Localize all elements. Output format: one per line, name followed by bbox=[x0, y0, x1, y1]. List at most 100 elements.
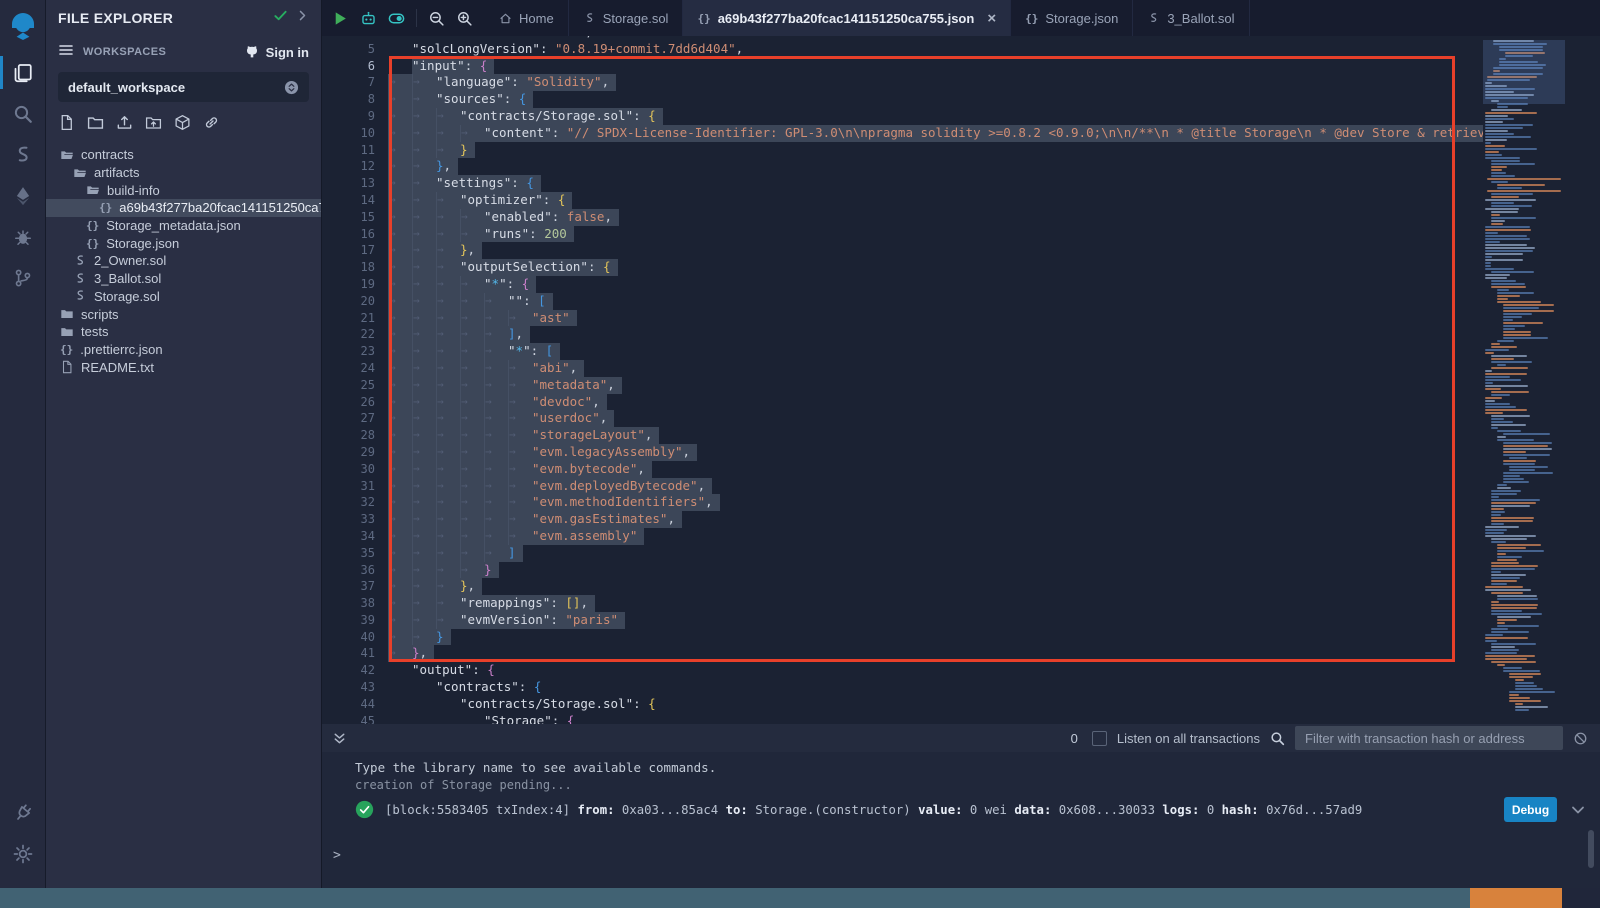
ai-assistant-icon[interactable] bbox=[360, 10, 377, 27]
tab-home[interactable]: Home bbox=[485, 0, 569, 36]
tree-item-ballot-sol[interactable]: 3_Ballot.sol bbox=[46, 270, 321, 288]
minimap-line bbox=[1491, 523, 1504, 525]
minimap-line bbox=[1491, 583, 1507, 585]
code-line: 41→}, bbox=[322, 645, 1483, 662]
rail-item-git[interactable] bbox=[0, 257, 46, 298]
line-content: →→"settings": { bbox=[388, 175, 1483, 192]
tree-item-build-info[interactable]: build-info bbox=[46, 181, 321, 199]
rail-item-solidity-compiler[interactable] bbox=[0, 134, 46, 175]
minimap-line bbox=[1487, 190, 1561, 192]
tree-item-build-info-json[interactable]: {}a69b43f277ba20fcac141151250ca7... bbox=[46, 199, 321, 217]
tree-item-readme-txt[interactable]: README.txt bbox=[46, 358, 321, 376]
file-name: Storage.json bbox=[106, 236, 179, 251]
rail-item-remix-logo[interactable] bbox=[0, 0, 46, 52]
line-content: →→→"evmVersion": "paris" bbox=[388, 612, 1483, 629]
minimap-line bbox=[1497, 364, 1506, 366]
link-icon[interactable] bbox=[203, 114, 220, 136]
line-content: →→→→→→"evm.bytecode", bbox=[388, 461, 1483, 478]
terminal-prompt[interactable]: > bbox=[333, 848, 341, 863]
minimap-line bbox=[1491, 175, 1515, 177]
tab-storage-sol[interactable]: Storage.sol bbox=[569, 0, 684, 36]
line-number: 8 bbox=[322, 91, 388, 108]
minimap-line bbox=[1485, 655, 1535, 657]
minimap-line bbox=[1491, 628, 1508, 630]
tab-build-info-json[interactable]: {}a69b43f277ba20fcac141151250ca755.json× bbox=[683, 0, 1011, 36]
minimap[interactable] bbox=[1483, 40, 1565, 722]
tree-item-artifacts[interactable]: artifacts bbox=[46, 164, 321, 182]
tree-item-owner-sol[interactable]: 2_Owner.sol bbox=[46, 252, 321, 270]
line-number: 28 bbox=[322, 427, 388, 444]
status-bar-orange-badge[interactable] bbox=[1470, 888, 1562, 908]
rail-item-file-explorer[interactable] bbox=[0, 52, 46, 93]
sign-in-button[interactable]: Sign in bbox=[244, 44, 309, 60]
minimap-line bbox=[1485, 652, 1517, 654]
tree-item-storage-metadata-json[interactable]: {}Storage_metadata.json bbox=[46, 217, 321, 235]
zoom-in-icon[interactable] bbox=[456, 10, 473, 27]
code-line: 25→→→→→→"metadata", bbox=[322, 377, 1483, 394]
line-content: →→→→→→"abi", bbox=[388, 360, 1483, 377]
code-line: 27→→→→→→"userdoc", bbox=[322, 410, 1483, 427]
cube-icon[interactable] bbox=[174, 114, 191, 136]
transaction-filter-input[interactable] bbox=[1295, 726, 1563, 750]
minimap-line bbox=[1491, 358, 1514, 360]
listen-checkbox[interactable] bbox=[1092, 731, 1107, 746]
minimap-line bbox=[1485, 388, 1501, 390]
minimap-line bbox=[1503, 475, 1520, 477]
chevron-right-icon[interactable] bbox=[296, 9, 309, 27]
rail-item-settings[interactable] bbox=[0, 833, 46, 874]
minimap-line bbox=[1515, 682, 1534, 684]
tree-item-contracts[interactable]: contracts bbox=[46, 146, 321, 164]
code-line: 38→→→"remappings": [], bbox=[322, 595, 1483, 612]
minimap-line bbox=[1497, 556, 1522, 558]
zoom-out-icon[interactable] bbox=[428, 10, 445, 27]
line-number: 15 bbox=[322, 209, 388, 226]
minimap-line bbox=[1485, 241, 1500, 243]
sol-icon bbox=[1147, 12, 1160, 25]
rail-item-deploy-run[interactable] bbox=[0, 175, 46, 216]
tab-storage-json[interactable]: {}Storage.json bbox=[1011, 0, 1133, 36]
minimap-line bbox=[1503, 670, 1540, 672]
terminal-collapse-icon[interactable] bbox=[332, 731, 347, 746]
minimap-line bbox=[1497, 622, 1505, 624]
line-number: 11 bbox=[322, 142, 388, 159]
tab-ballot-sol[interactable]: 3_Ballot.sol bbox=[1133, 0, 1249, 36]
debug-button[interactable]: Debug bbox=[1504, 797, 1557, 822]
clear-console-icon[interactable] bbox=[1573, 731, 1588, 746]
code-editor[interactable]: 4"solcVersion": "0.8.19",5"solcLongVersi… bbox=[322, 36, 1600, 724]
rail-item-plugin-manager[interactable] bbox=[0, 792, 46, 833]
expand-transaction-icon[interactable] bbox=[1570, 802, 1586, 818]
scrollbar-thumb[interactable] bbox=[1588, 830, 1594, 868]
folder-line-icon[interactable] bbox=[87, 114, 104, 136]
run-script-icon[interactable] bbox=[332, 10, 349, 27]
tree-item-storage-json[interactable]: {}Storage.json bbox=[46, 234, 321, 252]
tree-item-storage-sol[interactable]: Storage.sol bbox=[46, 288, 321, 306]
minimap-line bbox=[1491, 202, 1514, 204]
terminal-log-line: Type the library name to see available c… bbox=[322, 752, 1600, 775]
remix-ide-window: FILE EXPLORER WORKSPACES Sign in default… bbox=[0, 0, 1600, 908]
tree-item-tests[interactable]: tests bbox=[46, 323, 321, 341]
rail-item-search[interactable] bbox=[0, 93, 46, 134]
minimap-line bbox=[1491, 508, 1504, 510]
tree-item-scripts[interactable]: scripts bbox=[46, 305, 321, 323]
code-line: 34→→→→→→"evm.assembly" bbox=[322, 528, 1483, 545]
minimap-line bbox=[1485, 127, 1523, 129]
tree-item-prettierrc-json[interactable]: {}.prettierrc.json bbox=[46, 341, 321, 359]
ai-toggle-icon[interactable] bbox=[388, 10, 405, 27]
doc-icon[interactable] bbox=[58, 114, 75, 136]
line-content: →→→→"runs": 200 bbox=[388, 226, 1483, 243]
upload-icon[interactable] bbox=[116, 114, 133, 136]
search-icon[interactable] bbox=[1270, 731, 1285, 746]
minimap-viewport[interactable] bbox=[1483, 40, 1565, 104]
close-icon[interactable]: × bbox=[987, 11, 996, 26]
folder-up-icon[interactable] bbox=[145, 114, 162, 136]
minimap-line bbox=[1491, 163, 1535, 165]
hamburger-icon[interactable] bbox=[58, 42, 74, 63]
minimap-line bbox=[1491, 193, 1533, 195]
terminal[interactable]: Type the library name to see available c… bbox=[322, 752, 1600, 888]
rail-item-debugger[interactable] bbox=[0, 216, 46, 257]
minimap-line bbox=[1491, 394, 1510, 396]
minimap-line bbox=[1491, 514, 1501, 516]
line-content: →→→→→→"devdoc", bbox=[388, 394, 1483, 411]
minimap-line bbox=[1497, 184, 1545, 186]
workspace-select[interactable]: default_workspace bbox=[58, 72, 309, 102]
